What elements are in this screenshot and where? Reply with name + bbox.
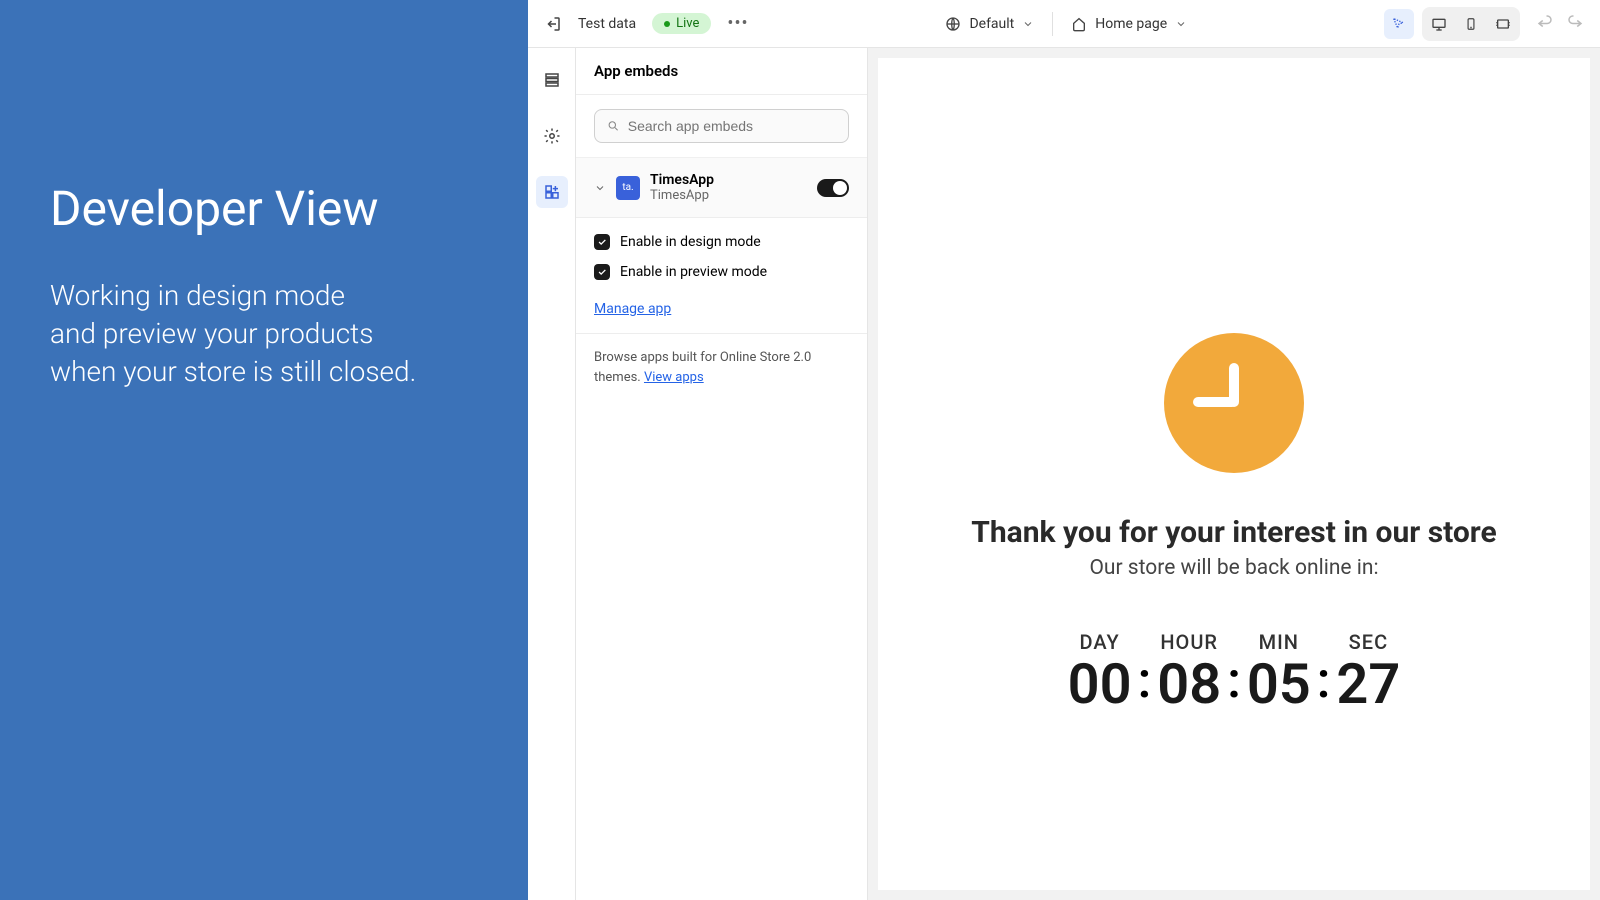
mobile-button[interactable] [1456,9,1486,39]
day-value: 00 [1068,656,1132,712]
sec-value: 27 [1336,656,1400,712]
redo-button[interactable] [1566,13,1584,35]
preview-subtitle: Our store will be back online in: [1089,556,1378,580]
promo-panel: Developer View Working in design mode an… [0,0,528,900]
inspect-button[interactable] [1384,9,1414,39]
undo-button[interactable] [1536,13,1554,35]
sidebar-title: App embeds [576,48,867,95]
more-menu-icon[interactable]: ••• [727,13,748,34]
sidebar: App embeds ta. TimesApp TimesApp [576,48,868,900]
data-label: Test data [578,16,636,32]
live-dot-icon [664,21,670,27]
search-box[interactable] [594,109,849,143]
editor-area: Test data Live ••• Default Home page [528,0,1600,900]
search-input[interactable] [628,118,836,134]
app-subtitle: TimesApp [650,188,807,203]
homepage-dropdown[interactable]: Home page [1071,16,1187,32]
rail-settings-icon[interactable] [536,120,568,152]
promo-title: Developer View [50,180,478,237]
search-icon [607,119,620,133]
app-row[interactable]: ta. TimesApp TimesApp [576,158,867,218]
topbar: Test data Live ••• Default Home page [528,0,1600,48]
preview-mode-checkbox[interactable] [594,264,610,280]
home-icon [1071,16,1087,32]
countdown: DAY 00 : HOUR 08 : MIN 05 : SEC [1068,630,1401,712]
chevron-down-icon [594,182,606,194]
viewport-group [1422,7,1520,41]
exit-icon[interactable] [544,15,562,33]
view-apps-link[interactable]: View apps [644,370,704,385]
live-badge: Live [652,13,711,34]
clock-icon [1164,333,1304,473]
fullscreen-button[interactable] [1488,9,1518,39]
design-mode-label: Enable in design mode [620,234,761,250]
chevron-down-icon [1022,18,1034,30]
design-mode-checkbox[interactable] [594,234,610,250]
preview-area: Thank you for your interest in our store… [868,48,1600,900]
preview-frame: Thank you for your interest in our store… [878,58,1590,890]
rail-apps-icon[interactable] [536,176,568,208]
globe-icon [945,16,961,32]
default-dropdown[interactable]: Default [945,16,1034,32]
preview-mode-label: Enable in preview mode [620,264,767,280]
preview-title: Thank you for your interest in our store [971,515,1496,550]
min-value: 05 [1247,656,1311,712]
app-toggle[interactable] [817,179,849,197]
desktop-button[interactable] [1424,9,1454,39]
browse-note: Browse apps built for Online Store 2.0 t… [576,334,867,401]
promo-subtitle: Working in design mode and preview your … [50,277,478,390]
rail-sections-icon[interactable] [536,64,568,96]
app-name: TimesApp [650,172,807,188]
chevron-down-icon [1175,18,1187,30]
icon-rail [528,48,576,900]
app-icon: ta. [616,176,640,200]
divider [1052,12,1053,36]
hour-value: 08 [1157,656,1221,712]
manage-app-link[interactable]: Manage app [594,301,671,317]
